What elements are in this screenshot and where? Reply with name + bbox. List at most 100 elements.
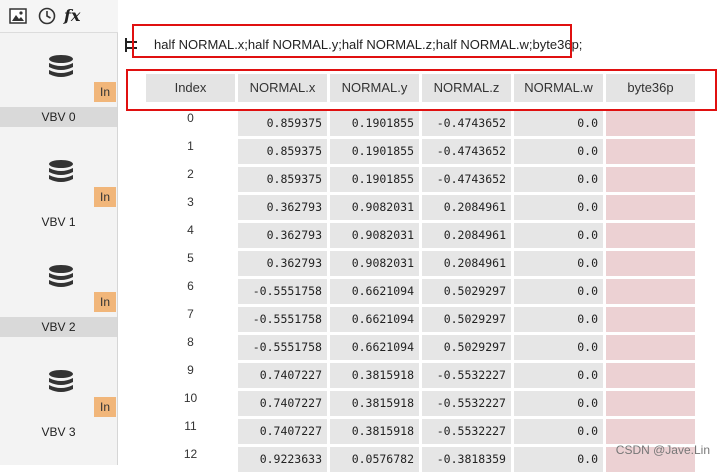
cell-byte36p[interactable] [606,167,695,192]
cell-byte36p[interactable] [606,111,695,136]
history-icon[interactable] [37,6,57,26]
cell-index: 10 [183,391,198,405]
cell-normal-z[interactable]: -0.3818359 [422,447,511,472]
database-icon [47,369,75,399]
in-badge: In [94,187,116,207]
cell-normal-x[interactable]: 0.859375 [238,167,327,192]
cell-index: 3 [187,195,194,209]
cell-normal-y[interactable]: 0.3815918 [330,363,419,388]
column-header-normal-z[interactable]: NORMAL.z [422,74,511,102]
column-header-normal-y[interactable]: NORMAL.y [330,74,419,102]
cell-index: 7 [187,307,194,321]
cell-normal-x[interactable]: 0.7407227 [238,391,327,416]
cell-byte36p[interactable] [606,307,695,332]
cell-byte36p[interactable] [606,363,695,388]
cell-normal-w[interactable]: 0.0 [514,391,603,416]
cell-normal-y[interactable]: 0.9082031 [330,251,419,276]
format-highlight-box [132,24,572,58]
cell-normal-y[interactable]: 0.6621094 [330,279,419,304]
cell-normal-y[interactable]: 0.3815918 [330,419,419,444]
cell-normal-z[interactable]: 0.2084961 [422,195,511,220]
fx-icon[interactable]: fx [64,6,88,26]
cell-normal-w[interactable]: 0.0 [514,307,603,332]
cell-normal-x[interactable]: -0.5551758 [238,279,327,304]
database-icon [47,159,75,189]
cell-normal-w[interactable]: 0.0 [514,111,603,136]
sidebar-toolbar: fx [0,0,118,33]
cell-normal-z[interactable]: 0.5029297 [422,279,511,304]
cell-normal-x[interactable]: 0.859375 [238,139,327,164]
cell-normal-z[interactable]: -0.5532227 [422,419,511,444]
cell-byte36p[interactable] [606,335,695,360]
vbv-item-3[interactable]: In VBV 3 [0,347,117,452]
cell-normal-w[interactable]: 0.0 [514,195,603,220]
column-header-index[interactable]: Index [146,74,235,102]
cell-normal-z[interactable]: -0.5532227 [422,391,511,416]
cell-normal-z[interactable]: -0.4743652 [422,139,511,164]
cell-normal-z[interactable]: 0.5029297 [422,307,511,332]
cell-normal-w[interactable]: 0.0 [514,167,603,192]
cell-normal-w[interactable]: 0.0 [514,223,603,248]
cell-normal-x[interactable]: 0.859375 [238,111,327,136]
cell-normal-y[interactable]: 0.0576782 [330,447,419,472]
cell-normal-x[interactable]: 0.9223633 [238,447,327,472]
cell-normal-z[interactable]: -0.5532227 [422,363,511,388]
in-badge: In [94,292,116,312]
vbv-item-0[interactable]: In VBV 0 [0,32,117,137]
cell-normal-x[interactable]: -0.5551758 [238,335,327,360]
cell-normal-w[interactable]: 0.0 [514,363,603,388]
cell-index: 6 [187,279,194,293]
cell-normal-x[interactable]: -0.5551758 [238,307,327,332]
column-header-normal-x[interactable]: NORMAL.x [238,74,327,102]
cell-normal-z[interactable]: -0.4743652 [422,111,511,136]
vbv-item-2[interactable]: In VBV 2 [0,242,117,347]
cell-normal-z[interactable]: -0.4743652 [422,167,511,192]
cell-byte36p[interactable] [606,139,695,164]
cell-normal-y[interactable]: 0.6621094 [330,307,419,332]
cell-byte36p[interactable] [606,251,695,276]
cell-normal-x[interactable]: 0.362793 [238,223,327,248]
cell-index: 0 [187,111,194,125]
cell-byte36p[interactable] [606,391,695,416]
cell-normal-z[interactable]: 0.5029297 [422,335,511,360]
cell-index: 2 [187,167,194,181]
cell-normal-w[interactable]: 0.0 [514,447,603,472]
cell-index: 12 [183,447,198,461]
vbv-label: VBV 2 [0,317,117,337]
cell-byte36p[interactable] [606,419,695,444]
cell-normal-w[interactable]: 0.0 [514,251,603,276]
cell-byte36p[interactable] [606,223,695,248]
cell-byte36p[interactable] [606,195,695,220]
cell-normal-x[interactable]: 0.7407227 [238,419,327,444]
in-badge: In [94,397,116,417]
cell-normal-y[interactable]: 0.3815918 [330,391,419,416]
vbv-item-1[interactable]: In VBV 1 [0,137,117,242]
cell-normal-x[interactable]: 0.362793 [238,195,327,220]
column-header-byte36p[interactable]: byte36p [606,74,695,102]
cell-normal-y[interactable]: 0.1901855 [330,167,419,192]
cell-normal-x[interactable]: 0.7407227 [238,363,327,388]
in-badge: In [94,82,116,102]
cell-index: 5 [187,251,194,265]
cell-normal-z[interactable]: 0.2084961 [422,223,511,248]
column-header-normal-w[interactable]: NORMAL.w [514,74,603,102]
cell-normal-y[interactable]: 0.9082031 [330,223,419,248]
cell-normal-y[interactable]: 0.9082031 [330,195,419,220]
cell-normal-x[interactable]: 0.362793 [238,251,327,276]
vbv-label: VBV 1 [41,215,76,229]
cell-normal-y[interactable]: 0.6621094 [330,335,419,360]
cell-normal-w[interactable]: 0.0 [514,139,603,164]
cell-normal-w[interactable]: 0.0 [514,335,603,360]
cell-normal-w[interactable]: 0.0 [514,419,603,444]
cell-index: 9 [187,363,194,377]
cell-index: 11 [184,419,197,433]
image-icon[interactable] [8,6,28,26]
cell-normal-w[interactable]: 0.0 [514,279,603,304]
vbv-label: VBV 3 [41,425,76,439]
cell-normal-y[interactable]: 0.1901855 [330,111,419,136]
cell-normal-y[interactable]: 0.1901855 [330,139,419,164]
cell-normal-z[interactable]: 0.2084961 [422,251,511,276]
cell-index: 1 [187,139,194,153]
cell-byte36p[interactable] [606,279,695,304]
cell-index: 4 [187,223,194,237]
